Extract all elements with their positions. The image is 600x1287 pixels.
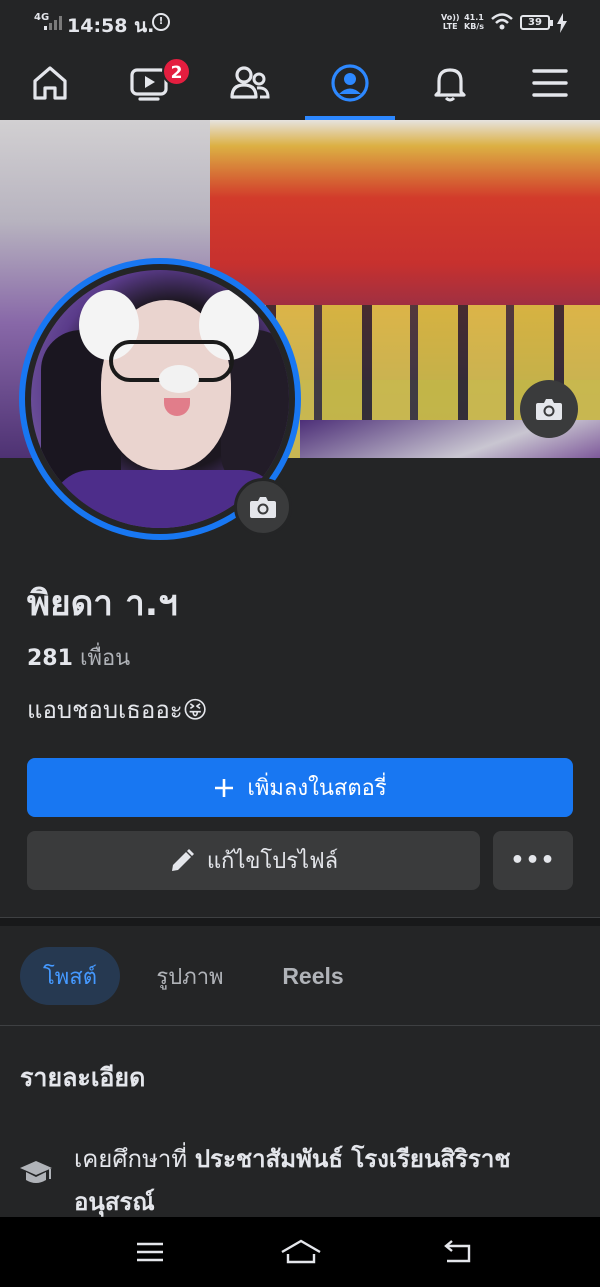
tab-posts[interactable]: โพสต์ (20, 947, 120, 1005)
wifi-icon (491, 13, 513, 30)
pencil-icon (169, 848, 195, 874)
friends-number: 281 (27, 646, 73, 671)
plus-icon (213, 777, 235, 799)
charging-icon (557, 13, 567, 33)
friends-count[interactable]: 281 เพื่อน (27, 640, 130, 675)
notification-indicator-icon: ! (152, 13, 170, 31)
clock: 14:58 น. (67, 15, 155, 37)
nav-friends[interactable] (205, 46, 295, 120)
bell-icon (434, 68, 466, 102)
nav-home[interactable] (5, 46, 95, 120)
edit-profile-label: แก้ไขโปรไฟล์ (206, 849, 339, 874)
graduation-cap-icon (20, 1161, 52, 1183)
back-button[interactable] (418, 1217, 498, 1287)
watch-badge: 2 (162, 57, 191, 86)
section-divider (0, 917, 600, 926)
nav-profile[interactable] (305, 46, 395, 120)
more-options-button[interactable]: ••• (493, 831, 573, 890)
menu-lines-icon (137, 1242, 163, 1262)
nav-watch[interactable]: 2 (105, 46, 195, 120)
home-button[interactable] (261, 1217, 341, 1287)
battery-icon: 39 (520, 15, 553, 30)
tab-reels[interactable]: Reels (268, 947, 358, 1005)
education-detail[interactable]: เคยศึกษาที่ ประชาสัมพันธ์ โรงเรียนสิริรา… (74, 1138, 574, 1224)
home-outline-icon (281, 1239, 321, 1264)
signal-icon (44, 16, 62, 30)
edit-avatar-camera-button[interactable] (234, 478, 292, 536)
details-heading: รายละเอียด (20, 1063, 146, 1092)
system-nav-bar (0, 1217, 600, 1287)
dog-nose (159, 365, 199, 393)
volte-indicator: Vo)) LTE (441, 13, 460, 31)
nav-menu[interactable] (505, 46, 595, 120)
back-icon (444, 1240, 471, 1263)
camera-icon (536, 399, 562, 420)
network-speed: 41.1 KB/s (464, 13, 484, 31)
education-prefix: เคยศึกษาที่ (74, 1145, 195, 1173)
nav-notifications[interactable] (405, 46, 495, 120)
recent-apps-button[interactable] (110, 1217, 190, 1287)
hamburger-menu-icon (532, 69, 568, 97)
add-to-story-label: เพิ่มลงในสตอรี่ (247, 776, 387, 801)
more-icon: ••• (510, 848, 556, 873)
home-icon (33, 66, 67, 100)
profile-icon (331, 64, 369, 102)
friends-label: เพื่อน (79, 646, 131, 671)
add-to-story-button[interactable]: เพิ่มลงในสตอรี่ (27, 758, 573, 817)
profile-name: พิยดา า.ฯ (27, 584, 178, 624)
edit-profile-button[interactable]: แก้ไขโปรไฟล์ (27, 831, 480, 890)
tabs-divider (0, 1025, 600, 1026)
camera-icon (250, 497, 276, 518)
profile-bio: แอบชอบเธออะ😝 (27, 696, 208, 724)
top-nav: 2 (0, 46, 600, 120)
tab-photos[interactable]: รูปภาพ (140, 947, 240, 1005)
friends-icon (230, 66, 270, 99)
edit-cover-camera-button[interactable] (520, 380, 578, 438)
status-bar: 4G 14:58 น. ! Vo)) LTE 41.1 KB/s 39 (0, 0, 600, 46)
